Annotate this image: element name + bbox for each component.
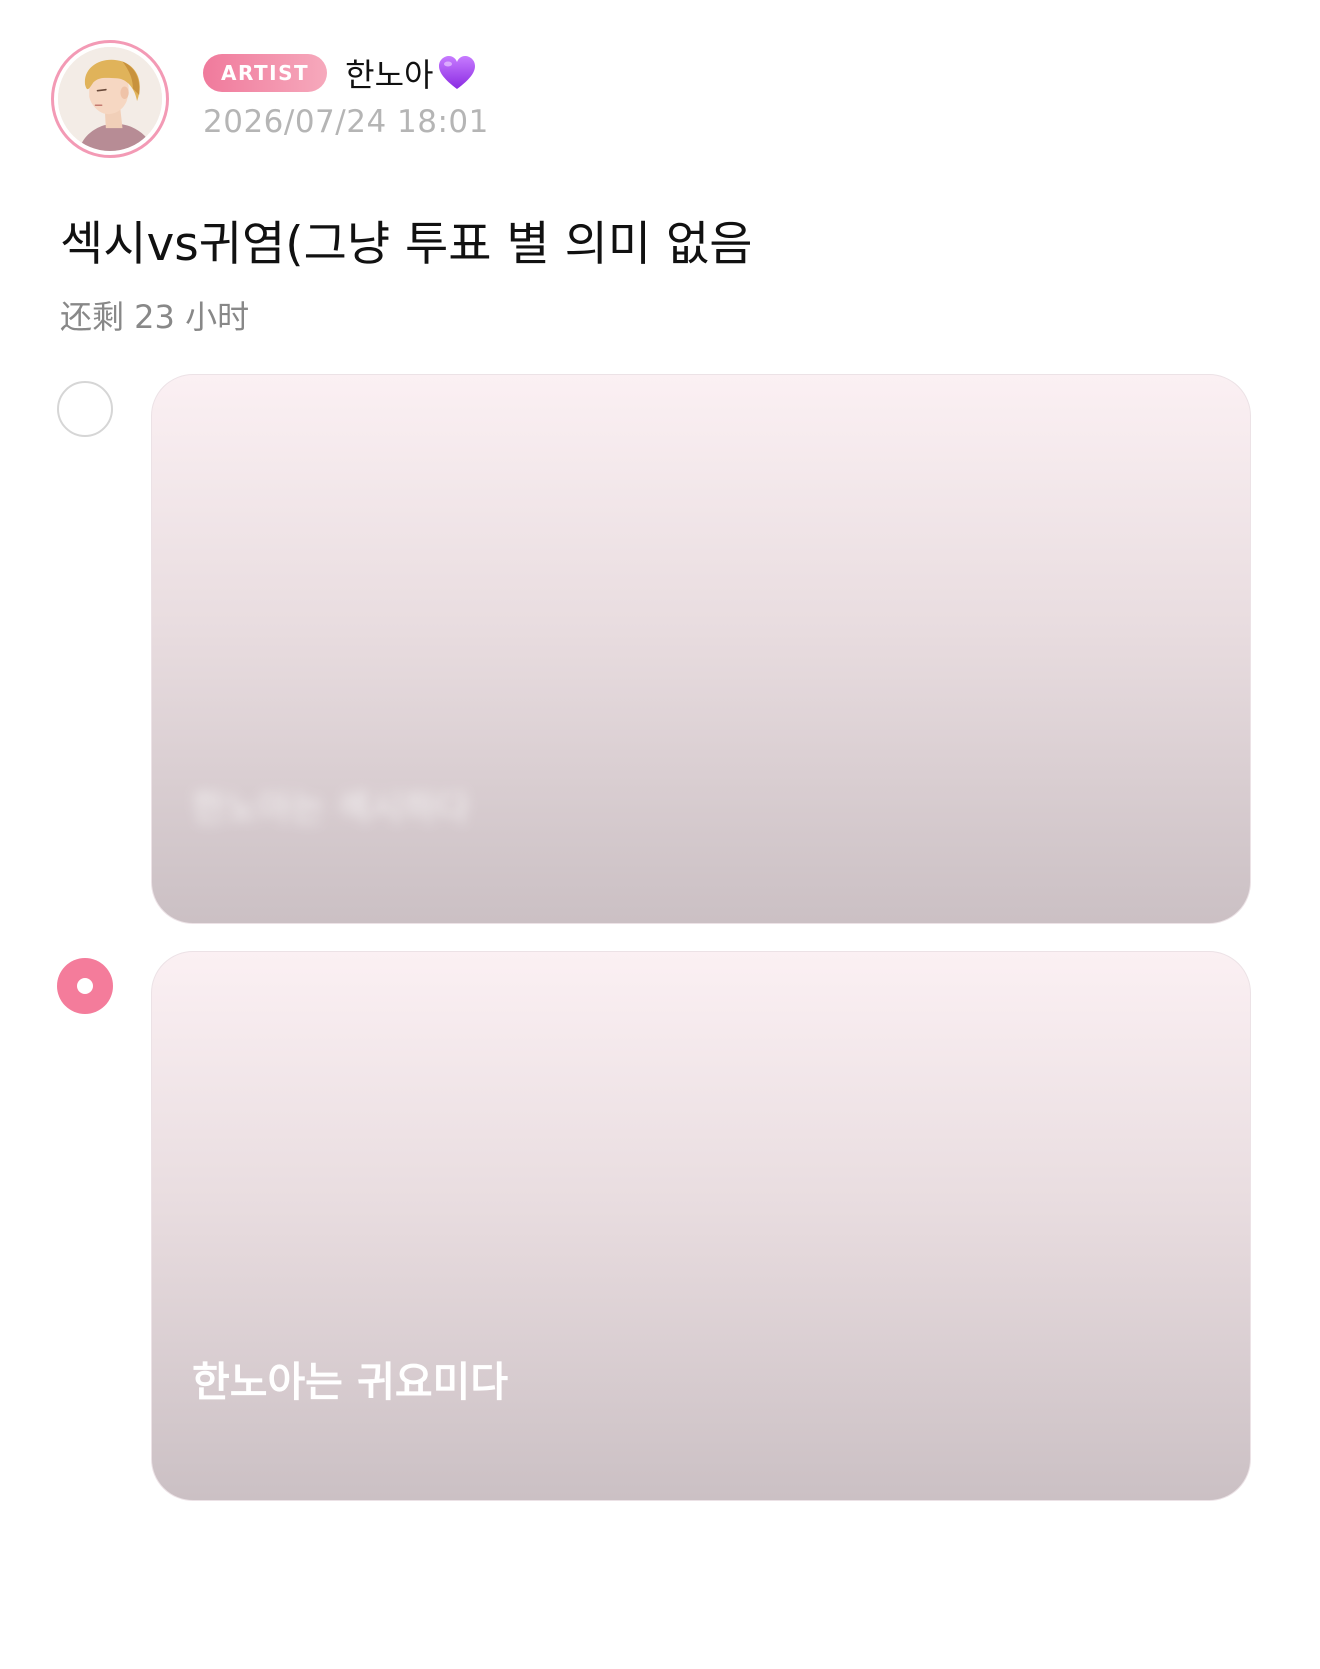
time-remaining: 还剩 23 小时	[60, 298, 250, 336]
poll-option-2-card[interactable]: 한노아는 귀요미다	[151, 951, 1251, 1501]
purple-heart-icon	[437, 54, 477, 92]
poll-option-1-label: 한노아는 섹시하다	[192, 788, 470, 829]
post-timestamp: 2026/07/24 18:01	[203, 104, 489, 140]
poll-option-1-radio[interactable]	[57, 381, 113, 437]
poll-title: 섹시vs귀염(그냥 투표 별 의미 없음	[60, 217, 753, 272]
author-name[interactable]: 한노아	[345, 50, 433, 96]
artist-badge: ARTIST	[203, 54, 328, 92]
radio-selected-dot	[77, 978, 93, 994]
poll-post: ARTIST 한노아 2026/07/24 18:01 섹시vs귀염(그냥 투표…	[0, 0, 1320, 1669]
avatar[interactable]	[51, 40, 169, 158]
author-name-wrap[interactable]: 한노아	[345, 50, 477, 96]
poll-option-1-card[interactable]: 한노아는 섹시하다	[151, 374, 1251, 924]
post-meta: ARTIST 한노아 2026/07/24 18:01	[203, 52, 489, 140]
poll-option-2-radio[interactable]	[57, 958, 113, 1014]
avatar-image	[58, 47, 162, 151]
poll-option-2-label: 한노아는 귀요미다	[192, 1358, 509, 1406]
